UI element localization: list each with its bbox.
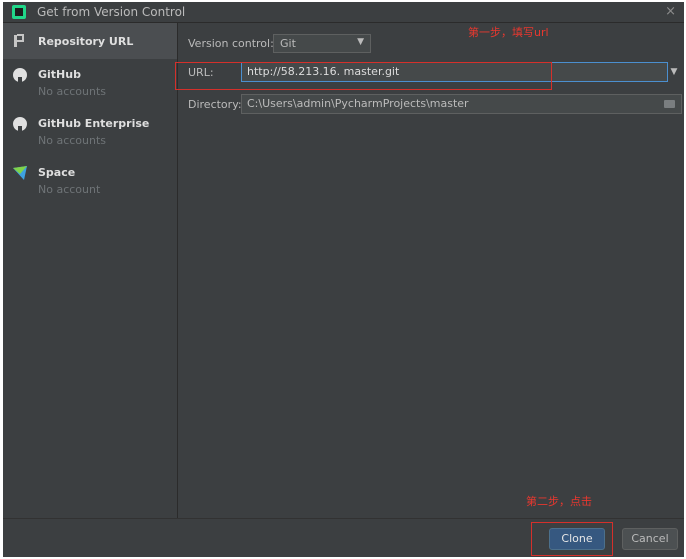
version-control-value: Git [280,37,296,50]
version-control-select[interactable]: Git ▼ [273,34,371,53]
sidebar-item-status: No account [38,183,100,196]
sidebar-item-status: No accounts [38,134,106,147]
github-icon [12,67,28,83]
annotation-step1: 第一步，填写url [468,24,549,40]
chevron-down-icon: ▼ [671,67,678,77]
sidebar-item-space[interactable]: Space No account [3,161,177,201]
sidebar-item-repository-url[interactable]: Repository URL [3,23,177,59]
cancel-button[interactable]: Cancel [622,528,678,550]
sidebar-item-label: Repository URL [38,35,133,48]
directory-input-value: C:\Users\admin\PycharmProjects\master [247,97,469,110]
sidebar-item-status: No accounts [38,85,106,98]
pycharm-app-icon [12,5,26,19]
title-bar: Get from Version Control × [3,2,684,23]
sidebar-item-label: Space [38,166,75,179]
sidebar-item-github[interactable]: GitHub No accounts [3,63,177,103]
url-history-dropdown[interactable]: ▼ [668,62,680,82]
annotation-box-url [175,62,552,90]
space-icon [12,165,28,181]
chevron-down-icon: ▼ [357,37,364,47]
directory-label: Directory: [188,98,242,111]
main-panel: Version control: Git ▼ URL: http://58.21… [178,23,684,518]
window-title: Get from Version Control [37,5,185,19]
close-icon[interactable]: × [665,4,676,19]
sidebar-item-label: GitHub Enterprise [38,117,149,130]
annotation-box-clone [531,522,613,556]
sidebar: Repository URL GitHub No accounts GitHub… [3,23,178,518]
annotation-step2: 第二步，点击 [526,493,592,509]
version-control-label: Version control: [188,37,274,50]
sidebar-item-label: GitHub [38,68,81,81]
directory-input[interactable]: C:\Users\admin\PycharmProjects\master [241,94,682,114]
github-enterprise-icon [12,116,28,132]
folder-browse-icon[interactable] [664,100,675,108]
sidebar-item-github-enterprise[interactable]: GitHub Enterprise No accounts [3,112,177,152]
dialog-window: Get from Version Control × Repository UR… [3,2,684,557]
repository-icon [12,33,28,49]
